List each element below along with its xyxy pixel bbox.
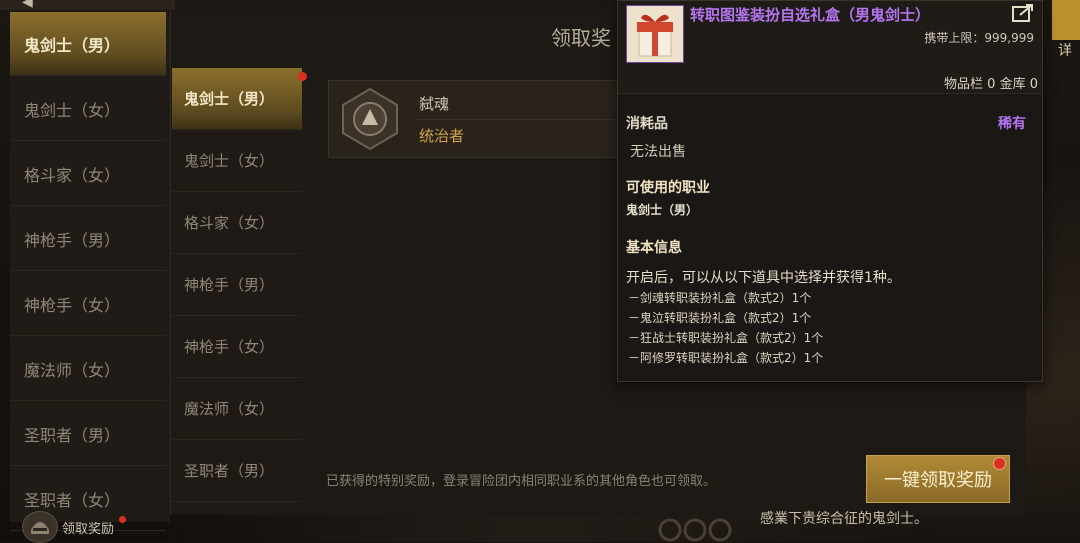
usable-job: 鬼剑士（男） [626, 203, 699, 217]
job-item-slayer-male[interactable]: 鬼剑士（男） [172, 68, 302, 130]
job-list: 鬼剑士（男） 鬼剑士（女） 格斗家（女） 神枪手（男） 神枪手（女） 魔法师（女… [172, 68, 310, 508]
reward-title: 统治者 [419, 127, 465, 145]
back-arrow-icon[interactable]: ◀ [22, 0, 33, 10]
sidebar-item-slayer-male[interactable]: 鬼剑士（男） [10, 12, 166, 76]
item-name: 转职图鉴装扮自选礼盒（男鬼剑士） [690, 6, 931, 24]
sidebar-item-gunner-male[interactable]: 神枪手（男） [10, 207, 166, 271]
storage-count: 物品栏 0 金库 0 [944, 77, 1038, 92]
ornament-icon [658, 518, 732, 542]
gift-box-icon [626, 5, 684, 63]
reward-name: 弑魂 [419, 95, 450, 113]
notification-dot [993, 457, 1006, 470]
class-sidebar: 鬼剑士（男） 鬼剑士（女） 格斗家（女） 神枪手（男） 神枪手（女） 魔法师（女… [10, 12, 170, 531]
option-item: －鬼泣转职装扮礼盒（款式2）1个 [628, 311, 812, 325]
detail-label: 详 [1058, 43, 1072, 59]
item-rarity: 稀有 [998, 116, 1026, 132]
job-item-priest-male[interactable]: 圣职者（男） [172, 440, 302, 502]
notification-dot [298, 72, 307, 81]
helmet-icon [22, 511, 58, 543]
option-item: －剑魂转职装扮礼盒（款式2）1个 [628, 291, 812, 305]
item-description: 开启后，可以从以下道具中选择并获得1种。 [626, 270, 901, 286]
reward-footnote: 已获得的特别奖励，登录冒险团内相同职业系的其他角色也可领取。 [326, 474, 717, 489]
share-icon[interactable] [1012, 3, 1034, 23]
detail-button[interactable]: 详 [1052, 0, 1080, 59]
sidebar-item-priest-male[interactable]: 圣职者（男） [10, 402, 166, 466]
tooltip-header: 转职图鉴装扮自选礼盒（男鬼剑士） 携带上限：999,999 物品栏 0 金库 0 [618, 1, 1042, 94]
carry-limit: 携带上限：999,999 [924, 31, 1034, 45]
item-tooltip: 转职图鉴装扮自选礼盒（男鬼剑士） 携带上限：999,999 物品栏 0 金库 0… [617, 0, 1043, 382]
job-item-gunner-male[interactable]: 神枪手（男） [172, 254, 302, 316]
job-header: 可使用的职业 [626, 180, 710, 196]
sidebar-item-mage-female[interactable]: 魔法师（女） [10, 337, 166, 401]
option-item: －阿修罗转职装扮礼盒（款式2）1个 [628, 351, 824, 365]
claim-reward-label: 领取奖励 [62, 521, 115, 537]
job-item-mage-female[interactable]: 魔法师（女） [172, 378, 302, 440]
job-item-slayer-female[interactable]: 鬼剑士（女） [172, 130, 302, 192]
item-category: 消耗品 [626, 116, 668, 132]
reward-card[interactable]: 弑魂 统治者 [328, 80, 630, 158]
divider [417, 119, 627, 120]
panel-title: 领取奖 [551, 26, 611, 50]
bottom-caption: 感業下贵综合征的鬼剑士。 [760, 511, 928, 527]
info-header: 基本信息 [626, 240, 682, 256]
sidebar-item-fighter-female[interactable]: 格斗家（女） [10, 142, 166, 206]
job-item-gunner-female[interactable]: 神枪手（女） [172, 316, 302, 378]
job-item-fighter-female[interactable]: 格斗家（女） [172, 192, 302, 254]
sidebar-item-slayer-female[interactable]: 鬼剑士（女） [10, 77, 166, 141]
sell-status: 无法出售 [630, 144, 686, 160]
claim-reward-shortcut[interactable]: 领取奖励 [22, 511, 126, 543]
sidebar-item-gunner-female[interactable]: 神枪手（女） [10, 272, 166, 336]
notification-dot [119, 516, 126, 523]
top-bar: ◀ [0, 0, 175, 10]
claim-all-button[interactable]: 一键领取奖励 [866, 455, 1010, 503]
emblem-icon [342, 87, 398, 151]
option-item: －狂战士转职装扮礼盒（款式2）1个 [628, 331, 824, 345]
